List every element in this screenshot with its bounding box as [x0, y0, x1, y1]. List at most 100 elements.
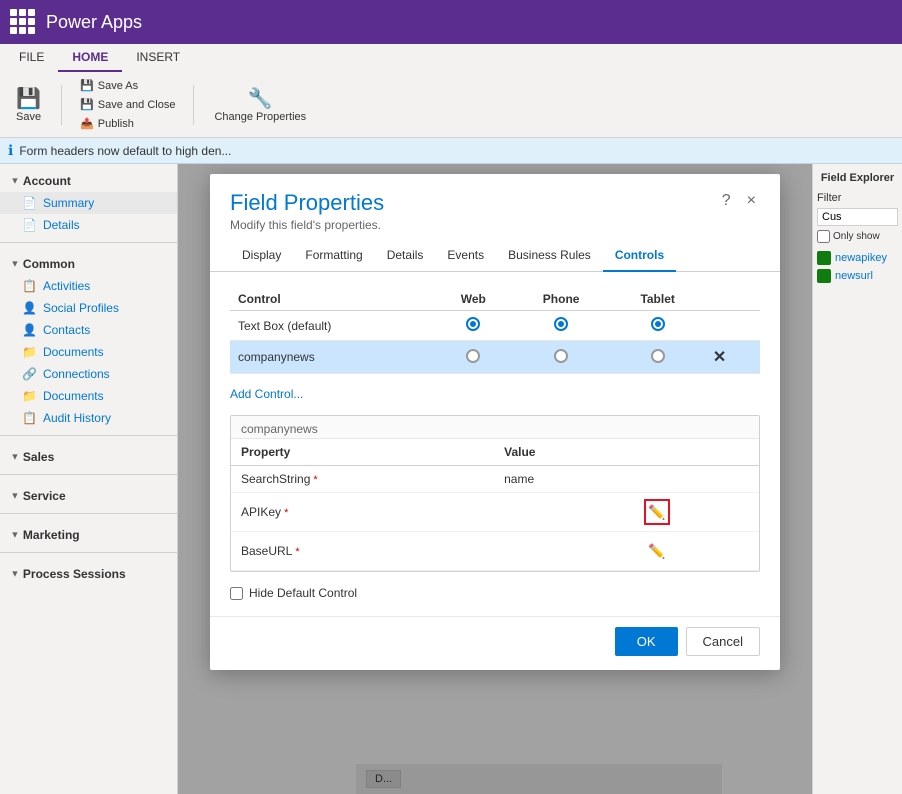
modal-header: Field Properties Modify this field's pro… — [210, 174, 780, 240]
save-close-icon: 💾 — [80, 98, 94, 111]
sidebar-item-summary[interactable]: 📄 Summary — [0, 192, 177, 214]
sidebar-divider-1 — [0, 242, 177, 243]
radio-tablet-textbox[interactable] — [651, 317, 665, 331]
contacts-icon: 👤 — [22, 323, 37, 337]
edit-baseurl-button[interactable]: ✏️ — [644, 538, 670, 564]
connections-icon: 🔗 — [22, 367, 37, 381]
right-panel-filter-label: Filter — [817, 192, 898, 204]
right-panel: Field Explorer Filter Only show newapike… — [812, 164, 902, 794]
control-row-textbox: Text Box (default) — [230, 311, 760, 341]
sidebar-section-title-common[interactable]: Common — [0, 253, 177, 275]
save-as-button[interactable]: 💾 Save As — [74, 76, 181, 95]
add-control-link[interactable]: Add Control... — [230, 387, 303, 401]
control-web-textbox[interactable] — [435, 311, 512, 341]
cancel-button[interactable]: Cancel — [686, 627, 760, 656]
sidebar-section-title-sales[interactable]: Sales — [0, 446, 177, 468]
info-icon: ℹ — [8, 142, 13, 159]
modal-subtitle: Modify this field's properties. — [230, 218, 384, 232]
sidebar-divider-5 — [0, 552, 177, 553]
control-web-companynews[interactable] — [435, 341, 512, 374]
save-as-label: Save As — [98, 80, 138, 92]
help-button[interactable]: ? — [718, 190, 735, 212]
right-panel-filter-input[interactable] — [817, 208, 898, 226]
col-tablet: Tablet — [610, 288, 704, 311]
sidebar-section-common: Common 📋 Activities 👤 Social Profiles 👤 … — [0, 247, 177, 431]
hide-default-checkbox[interactable] — [230, 587, 243, 600]
sidebar-section-title-process[interactable]: Process Sessions — [0, 563, 177, 585]
hide-default-label: Hide Default Control — [249, 586, 357, 600]
cn-value-apikey — [494, 493, 634, 532]
control-delete-textbox — [705, 311, 760, 341]
cn-value-searchstring: name — [494, 466, 634, 493]
modal-body: Control Web Phone Tablet Text Box (defau… — [210, 272, 780, 616]
radio-phone-textbox[interactable] — [554, 317, 568, 331]
required-star-1: * — [310, 474, 317, 486]
radio-phone-companynews[interactable] — [554, 349, 568, 363]
ribbon-divider-1 — [61, 85, 62, 125]
sidebar-section-title-service[interactable]: Service — [0, 485, 177, 507]
hide-default-row: Hide Default Control — [230, 586, 760, 600]
sidebar-section-account: Account 📄 Summary 📄 Details — [0, 164, 177, 238]
cn-action-baseurl[interactable]: ✏️ — [634, 532, 759, 571]
control-tablet-companynews[interactable] — [610, 341, 704, 374]
cn-col-action — [634, 439, 759, 466]
radio-tablet-companynews[interactable] — [651, 349, 665, 363]
publish-label: Publish — [98, 118, 134, 130]
control-delete-companynews[interactable]: ✕ — [705, 341, 760, 374]
cn-row-apikey: APIKey * ✏️ — [231, 493, 759, 532]
sidebar-divider-3 — [0, 474, 177, 475]
sidebar-section-service: Service — [0, 479, 177, 509]
field-label-newsurl: newsurl — [835, 270, 873, 282]
summary-icon: 📄 — [22, 196, 37, 210]
ribbon: FILE HOME INSERT 💾 Save 💾 Save As 💾 Save… — [0, 44, 902, 138]
tab-details[interactable]: Details — [375, 240, 436, 272]
tab-file[interactable]: FILE — [5, 44, 58, 72]
change-props-button[interactable]: 🔧 Change Properties — [206, 82, 314, 127]
sidebar-section-title-account[interactable]: Account — [0, 170, 177, 192]
control-phone-textbox[interactable] — [512, 311, 611, 341]
save-button[interactable]: 💾 Save — [8, 82, 49, 127]
save-close-button[interactable]: 💾 Save and Close — [74, 95, 181, 114]
close-modal-button[interactable]: × — [743, 190, 760, 212]
tab-events[interactable]: Events — [435, 240, 496, 272]
sidebar-item-details[interactable]: 📄 Details — [0, 214, 177, 236]
sidebar-item-documents-1[interactable]: 📁 Documents — [0, 341, 177, 363]
control-phone-companynews[interactable] — [512, 341, 611, 374]
tab-display[interactable]: Display — [230, 240, 293, 272]
tab-controls[interactable]: Controls — [603, 240, 676, 272]
delete-companynews-button[interactable]: ✕ — [713, 349, 726, 366]
edit-apikey-button[interactable]: ✏️ — [644, 499, 670, 525]
sidebar-divider-2 — [0, 435, 177, 436]
radio-web-companynews[interactable] — [466, 349, 480, 363]
apps-icon[interactable] — [10, 9, 36, 35]
control-tablet-textbox[interactable] — [610, 311, 704, 341]
tab-home[interactable]: HOME — [58, 44, 122, 72]
only-show-checkbox[interactable] — [817, 230, 830, 243]
sidebar-section-title-marketing[interactable]: Marketing — [0, 524, 177, 546]
ok-button[interactable]: OK — [615, 627, 678, 656]
right-panel-item-newsurl[interactable]: newsurl — [817, 267, 898, 285]
sidebar-item-audit[interactable]: 📋 Audit History — [0, 407, 177, 429]
tab-formatting[interactable]: Formatting — [293, 240, 374, 272]
required-star-3: * — [292, 546, 299, 558]
audit-icon: 📋 — [22, 411, 37, 425]
sidebar-item-contacts[interactable]: 👤 Contacts — [0, 319, 177, 341]
field-icon-newsurl — [817, 269, 831, 283]
cn-action-apikey[interactable]: ✏️ — [634, 493, 759, 532]
sidebar-item-social-profiles[interactable]: 👤 Social Profiles — [0, 297, 177, 319]
cn-col-property: Property — [231, 439, 494, 466]
tab-insert[interactable]: INSERT — [122, 44, 194, 72]
sidebar-divider-4 — [0, 513, 177, 514]
cn-col-value: Value — [494, 439, 634, 466]
sidebar-item-documents-2[interactable]: 📁 Documents — [0, 385, 177, 407]
tab-business-rules[interactable]: Business Rules — [496, 240, 603, 272]
sidebar-item-activities[interactable]: 📋 Activities — [0, 275, 177, 297]
modal-tabs: Display Formatting Details Events Busine… — [210, 240, 780, 272]
save-close-label: Save and Close — [98, 99, 176, 111]
sidebar-item-connections[interactable]: 🔗 Connections — [0, 363, 177, 385]
radio-web-textbox[interactable] — [466, 317, 480, 331]
publish-button[interactable]: 📤 Publish — [74, 114, 181, 133]
right-panel-item-newapikey[interactable]: newapikey — [817, 249, 898, 267]
cn-property-apikey: APIKey * — [231, 493, 494, 532]
cn-row-searchstring: SearchString * name — [231, 466, 759, 493]
